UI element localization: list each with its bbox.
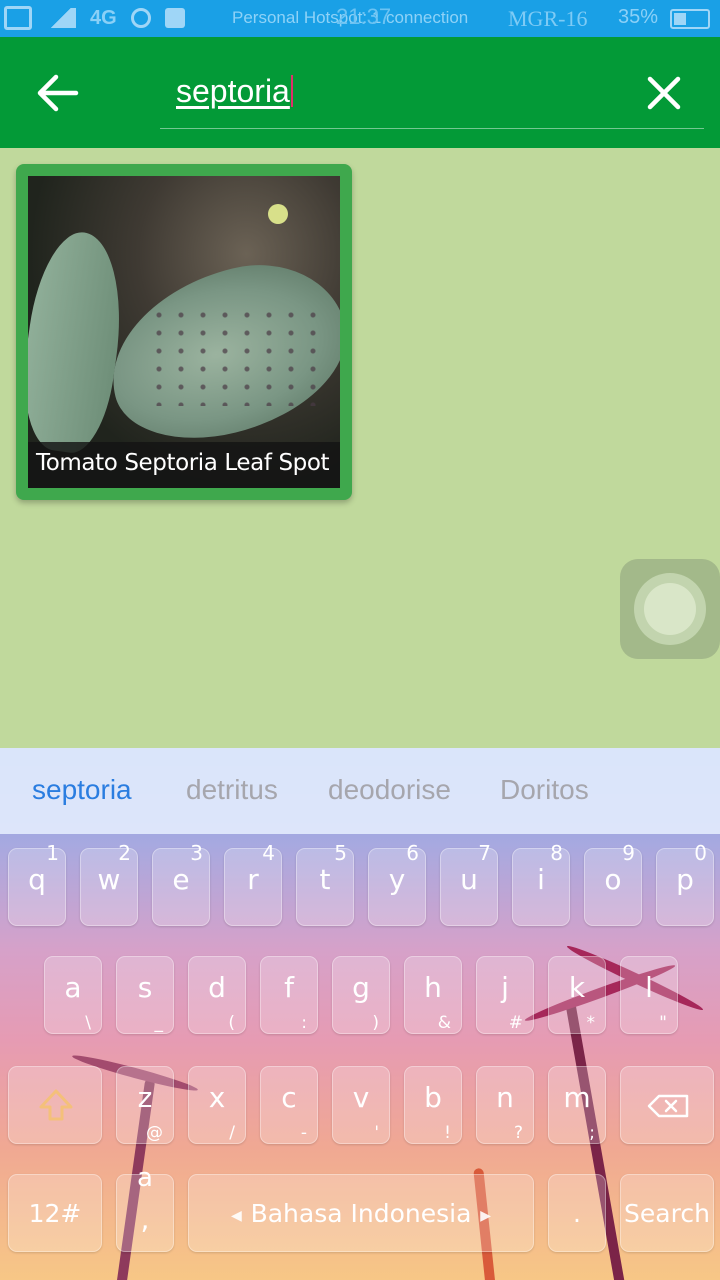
chevron-right-icon: ▶: [480, 1207, 491, 1223]
suggestion-item[interactable]: Doritos: [500, 774, 589, 806]
signal-icon: [46, 8, 76, 28]
suggestion-item[interactable]: deodorise: [328, 774, 451, 806]
key-l[interactable]: l ": [620, 956, 678, 1034]
key-k[interactable]: k *: [548, 956, 606, 1034]
key-i[interactable]: 8i: [512, 841, 570, 926]
screenshot-icon: [4, 6, 32, 30]
arrow-left-icon: [37, 74, 79, 112]
suggestion-bar: septoria detritus deodorise Doritos: [0, 748, 720, 834]
leaf-spots: [148, 306, 318, 406]
status-bar: 4G Personal Hotspot: 1 connection 21:37 …: [0, 0, 720, 37]
key-v[interactable]: v ': [332, 1066, 390, 1144]
back-button[interactable]: [30, 71, 82, 115]
key-b[interactable]: b!: [404, 1066, 462, 1144]
network-type: 4G: [90, 6, 117, 29]
battery-icon: [670, 9, 710, 29]
key-w[interactable]: 2w: [80, 841, 138, 926]
result-title: Tomato Septoria Leaf Spot: [28, 442, 340, 488]
key-h[interactable]: h &: [404, 956, 462, 1034]
key-y[interactable]: 6y: [368, 841, 426, 926]
key-p[interactable]: 0p: [656, 841, 714, 926]
backspace-icon: [647, 1094, 689, 1118]
key-s[interactable]: s _: [116, 956, 174, 1034]
result-thumbnail: Tomato Septoria Leaf Spot: [28, 176, 340, 488]
assistive-touch-button[interactable]: [620, 559, 720, 659]
close-icon: [647, 76, 681, 110]
search-key[interactable]: Search: [620, 1174, 714, 1252]
key-a[interactable]: a \: [44, 956, 102, 1034]
keyboard: septoria detritus deodorise Doritos 1q 2…: [0, 748, 720, 1280]
key-x[interactable]: x /: [188, 1066, 246, 1144]
space-key[interactable]: ◀ Bahasa Indonesia ▶: [188, 1174, 534, 1252]
comma-key[interactable]: a ,: [116, 1163, 174, 1252]
shift-key[interactable]: [8, 1066, 102, 1144]
search-query-text: septoria: [176, 73, 293, 110]
assistive-core: [644, 583, 696, 635]
period-key[interactable]: .: [548, 1174, 606, 1252]
symbols-key[interactable]: 12#: [8, 1174, 102, 1252]
suggestion-item[interactable]: septoria: [32, 774, 132, 806]
carrier-name: MGR-16: [508, 6, 588, 31]
result-card[interactable]: Tomato Septoria Leaf Spot: [16, 164, 352, 500]
key-f[interactable]: f:: [260, 956, 318, 1034]
key-r[interactable]: 4r: [224, 841, 282, 926]
leaf-shape: [28, 226, 133, 458]
search-input[interactable]: septoria: [160, 65, 704, 129]
clock: 21:37: [336, 4, 392, 29]
key-c[interactable]: c-: [260, 1066, 318, 1144]
key-m[interactable]: m;: [548, 1066, 606, 1144]
text-caret: [290, 75, 293, 107]
battery-percent: 35%: [618, 6, 659, 28]
flower-bud: [268, 204, 288, 224]
key-j[interactable]: j #: [476, 956, 534, 1034]
key-n[interactable]: n?: [476, 1066, 534, 1144]
sync-icon: [130, 8, 151, 28]
key-g[interactable]: g): [332, 956, 390, 1034]
key-o[interactable]: 9o: [584, 841, 642, 926]
shift-icon: [39, 1089, 73, 1121]
backspace-key[interactable]: [620, 1066, 714, 1144]
key-t[interactable]: 5t: [296, 841, 354, 926]
key-d[interactable]: d(: [188, 956, 246, 1034]
key-q[interactable]: 1q: [8, 841, 66, 926]
app-icon: [164, 8, 185, 28]
search-toolbar: septoria: [0, 37, 720, 148]
key-u[interactable]: 7u: [440, 841, 498, 926]
clear-search-button[interactable]: [640, 69, 688, 117]
suggestion-item[interactable]: detritus: [186, 774, 278, 806]
key-z[interactable]: z @: [116, 1066, 174, 1144]
key-e[interactable]: 3e: [152, 841, 210, 926]
